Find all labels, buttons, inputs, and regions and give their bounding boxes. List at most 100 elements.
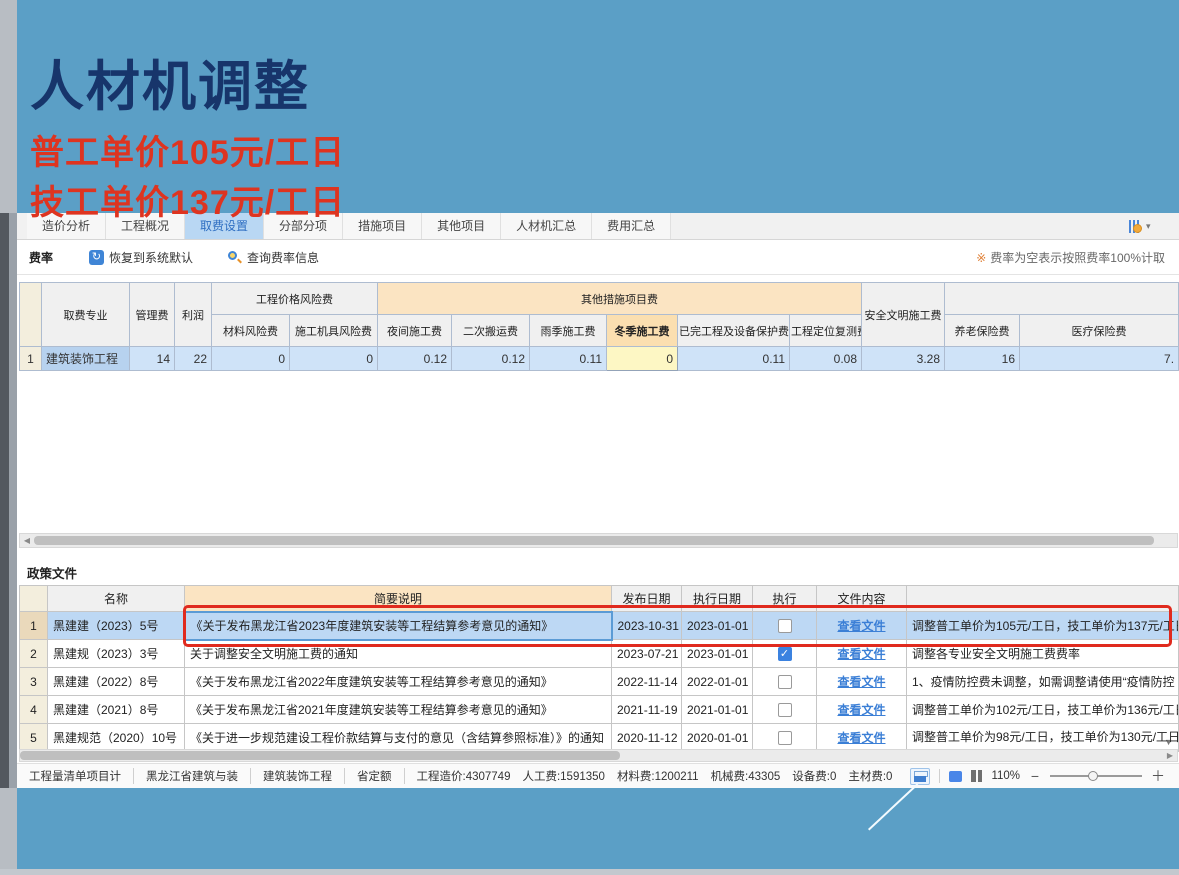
cell-doc-name[interactable]: 黑建规范（2020）10号 bbox=[48, 724, 185, 752]
view-file-link[interactable]: 查看文件 bbox=[837, 647, 885, 661]
cell-file-content: 查看文件 bbox=[817, 696, 907, 724]
zoom-slider-knob[interactable] bbox=[1088, 771, 1098, 781]
cell-note[interactable]: 1、疫情防控费未调整，如需调整请使用“疫情防控 bbox=[907, 668, 1179, 696]
row-number[interactable]: 2 bbox=[20, 640, 48, 668]
cell-doc-name[interactable]: 黑建建（2021）8号 bbox=[48, 696, 185, 724]
fee-table-hscrollbar[interactable]: ◀ bbox=[19, 533, 1178, 548]
execute-checkbox[interactable]: ✓ bbox=[778, 703, 792, 717]
cell-doc-summary[interactable]: 《关于发布黑龙江省2021年度建筑安装等工程结算参考意见的通知》 bbox=[185, 696, 612, 724]
divider bbox=[939, 769, 940, 783]
grid-view-icon[interactable] bbox=[949, 771, 962, 782]
status-costs: 工程造价:4307749 人工费:1591350 材料费:1200211 机械费… bbox=[405, 768, 905, 784]
row-number[interactable]: 1 bbox=[20, 612, 48, 640]
col-header-secondary-transport: 二次搬运费 bbox=[452, 315, 530, 347]
cell-publish-date[interactable]: 2020-11-12 bbox=[612, 724, 682, 752]
cell-doc-summary[interactable]: 《关于发布黑龙江省2022年度建筑安装等工程结算参考意见的通知》 bbox=[185, 668, 612, 696]
zoom-out-button[interactable]: − bbox=[1029, 768, 1041, 784]
execute-checkbox[interactable]: ✓ bbox=[778, 675, 792, 689]
cell-material-risk[interactable]: 0 bbox=[212, 347, 290, 371]
cell-exec-date[interactable]: 2020-01-01 bbox=[682, 724, 753, 752]
group-header-insurance bbox=[945, 283, 1179, 315]
tab-measure-items[interactable]: 措施项目 bbox=[343, 213, 422, 239]
row-number[interactable]: 5 bbox=[20, 724, 48, 752]
view-file-link[interactable]: 查看文件 bbox=[837, 731, 885, 745]
filter-button[interactable]: ▾ bbox=[1127, 217, 1161, 236]
statusbar-controls: 110% − ＋ bbox=[910, 766, 1179, 786]
policy-row-3[interactable]: 3 黑建建（2022）8号 《关于发布黑龙江省2022年度建筑安装等工程结算参考… bbox=[20, 668, 1179, 696]
col-header-safety-civilized: 安全文明施工费 bbox=[862, 283, 945, 347]
status-bar: 工程量清单项目计 黑龙江省建筑与装 建筑装饰工程 省定额 工程造价:430774… bbox=[17, 763, 1179, 788]
cell-note[interactable]: ▼调整普工单价为98元/工日，技工单价为130元/工日， bbox=[907, 724, 1179, 752]
cell-medical-insurance[interactable]: 7. bbox=[1020, 347, 1179, 371]
zoom-in-button[interactable]: ＋ bbox=[1151, 766, 1163, 786]
col-header-material-risk: 材料风险费 bbox=[212, 315, 290, 347]
policy-row-4[interactable]: 4 黑建建（2021）8号 《关于发布黑龙江省2021年度建筑安装等工程结算参考… bbox=[20, 696, 1179, 724]
restore-default-button[interactable]: ↻ 恢复到系统默认 bbox=[89, 249, 193, 266]
execute-checkbox[interactable]: ✓ bbox=[778, 647, 792, 661]
policy-section-title: 政策文件 bbox=[27, 563, 77, 582]
search-icon bbox=[227, 250, 242, 265]
filter-icon bbox=[1127, 219, 1143, 235]
row-number[interactable]: 4 bbox=[20, 696, 48, 724]
row-number[interactable]: 3 bbox=[20, 668, 48, 696]
cell-publish-date[interactable]: 2021-11-19 bbox=[612, 696, 682, 724]
cell-management-fee[interactable]: 14 bbox=[130, 347, 175, 371]
zoom-slider[interactable] bbox=[1050, 770, 1142, 782]
fee-rate-label: 费率 bbox=[29, 249, 89, 266]
tab-labor-material-summary[interactable]: 人材机汇总 bbox=[501, 213, 592, 239]
policy-table-hscrollbar[interactable]: ▶ bbox=[19, 749, 1178, 762]
cell-exec-date[interactable]: 2022-01-01 bbox=[682, 668, 753, 696]
cell-publish-date[interactable]: 2022-11-14 bbox=[612, 668, 682, 696]
cell-positioning-retest[interactable]: 0.08 bbox=[790, 347, 862, 371]
material-cost: 材料费:1200211 bbox=[617, 768, 699, 784]
window-edge-mid bbox=[9, 213, 17, 788]
equipment-cost: 设备费:0 bbox=[792, 768, 836, 784]
policy-row-5[interactable]: 5 黑建规范（2020）10号 《关于进一步规范建设工程价款结算与支付的意见（含… bbox=[20, 724, 1179, 752]
scrollbar-thumb[interactable] bbox=[34, 536, 1154, 545]
cell-profit[interactable]: 22 bbox=[175, 347, 212, 371]
group-header-other-measures: 其他措施项目费 bbox=[378, 283, 862, 315]
cell-note[interactable]: 调整普工单价为102元/工日，技工单价为136元/工日 bbox=[907, 696, 1179, 724]
slide-title: 人材机调整 bbox=[30, 42, 310, 121]
status-profession: 建筑装饰工程 bbox=[251, 768, 345, 784]
tab-other-items[interactable]: 其他项目 bbox=[422, 213, 501, 239]
cell-doc-name[interactable]: 黑建建（2022）8号 bbox=[48, 668, 185, 696]
cell-winter-work-selected[interactable]: 0 bbox=[607, 347, 678, 371]
labor-cost: 人工费:1591350 bbox=[522, 768, 604, 784]
cell-finished-protection[interactable]: 0.11 bbox=[678, 347, 790, 371]
group-header-price-risk: 工程价格风险费 bbox=[212, 283, 378, 315]
col-header-rainy-season: 雨季施工费 bbox=[530, 315, 607, 347]
slide-subtitle-skilled-labor: 技工单价137元/工日 bbox=[30, 175, 345, 224]
scroll-left-icon[interactable]: ◀ bbox=[20, 536, 34, 545]
cell-safety-civilized[interactable]: 3.28 bbox=[862, 347, 945, 371]
col-header-name: 名称 bbox=[48, 586, 185, 612]
row-number[interactable]: 1 bbox=[20, 347, 42, 371]
tab-cost-summary[interactable]: 费用汇总 bbox=[592, 213, 671, 239]
cell-rainy-season[interactable]: 0.11 bbox=[530, 347, 607, 371]
cell-profession[interactable]: 建筑装饰工程 bbox=[42, 347, 130, 371]
zoom-level: 110% bbox=[991, 770, 1020, 782]
col-header-machine-risk: 施工机具风险费 bbox=[290, 315, 378, 347]
query-rate-button[interactable]: 查询费率信息 bbox=[227, 249, 319, 266]
cell-night-work[interactable]: 0.12 bbox=[378, 347, 452, 371]
panel-view-icon[interactable] bbox=[910, 768, 930, 785]
scroll-right-icon[interactable]: ▶ bbox=[1163, 751, 1177, 760]
status-project-name: 工程量清单项目计 bbox=[17, 768, 134, 784]
scrollbar-thumb[interactable] bbox=[20, 751, 620, 760]
execute-checkbox[interactable]: ✓ bbox=[778, 731, 792, 745]
col-header-winter-work[interactable]: 冬季施工费 bbox=[607, 315, 678, 347]
cell-execute: ✓ bbox=[753, 724, 817, 752]
cell-pension-insurance[interactable]: 16 bbox=[945, 347, 1020, 371]
cell-exec-date[interactable]: 2021-01-01 bbox=[682, 696, 753, 724]
cell-machine-risk[interactable]: 0 bbox=[290, 347, 378, 371]
window-edge-dark bbox=[0, 213, 9, 788]
cell-doc-summary[interactable]: 《关于进一步规范建设工程价款结算与支付的意见（含结算参照标准）》的通知 bbox=[185, 724, 612, 752]
col-header-profession: 取费专业 bbox=[42, 283, 130, 347]
cell-doc-name[interactable]: 黑建建（2023）5号 bbox=[48, 612, 185, 640]
fee-table-row: 1 建筑装饰工程 14 22 0 0 0.12 0.12 0.11 0 0.11… bbox=[20, 347, 1179, 371]
columns-view-icon[interactable] bbox=[971, 770, 982, 782]
cell-doc-name[interactable]: 黑建规（2023）3号 bbox=[48, 640, 185, 668]
view-file-link[interactable]: 查看文件 bbox=[837, 703, 885, 717]
cell-secondary-transport[interactable]: 0.12 bbox=[452, 347, 530, 371]
view-file-link[interactable]: 查看文件 bbox=[837, 675, 885, 689]
